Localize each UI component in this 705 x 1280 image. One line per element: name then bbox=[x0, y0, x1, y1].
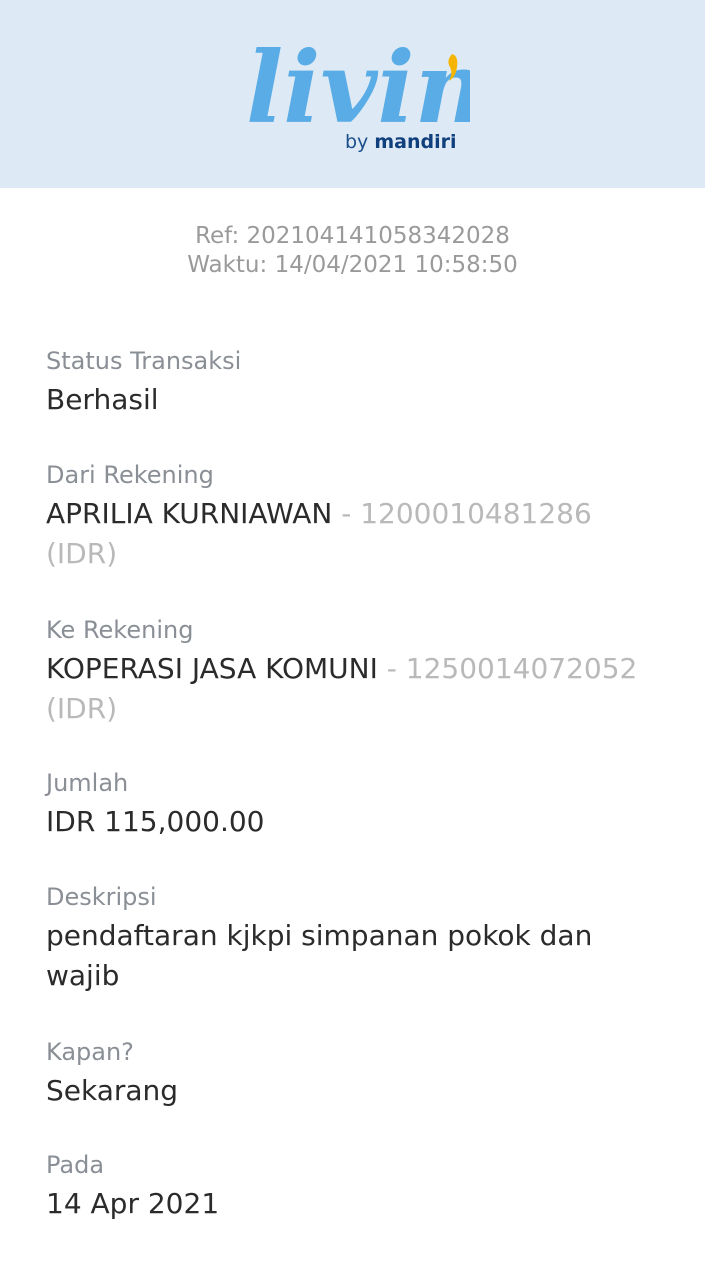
description-label: Deskripsi bbox=[46, 883, 157, 911]
transaction-meta: Ref: 202104141058342028 Waktu: 14/04/202… bbox=[0, 222, 705, 280]
when-value: Sekarang bbox=[46, 1074, 179, 1107]
description-value: pendaftaran kjkpi simpanan pokok dan waj… bbox=[46, 919, 593, 992]
when-field: Kapan? Sekarang bbox=[46, 1037, 666, 1111]
from-account-name: APRILIA KURNIAWAN bbox=[46, 497, 333, 530]
to-account-label: Ke Rekening bbox=[46, 616, 194, 644]
logo-brand-text: mandiri bbox=[374, 131, 457, 153]
status-field: Status Transaksi Berhasil bbox=[46, 346, 666, 420]
from-account-field: Dari Rekening APRILIA KURNIAWAN - 120001… bbox=[46, 460, 666, 574]
when-label: Kapan? bbox=[46, 1038, 134, 1066]
logo-subtitle: by mandiri bbox=[345, 131, 457, 153]
date-field: Pada 14 Apr 2021 bbox=[46, 1150, 666, 1224]
logo-wordmark: livin' bbox=[246, 31, 470, 146]
to-account-field: Ke Rekening KOPERASI JASA KOMUNI - 12500… bbox=[46, 615, 666, 729]
transaction-time: Waktu: 14/04/2021 10:58:50 bbox=[187, 252, 518, 278]
reference-number: Ref: 202104141058342028 bbox=[195, 223, 510, 249]
status-label: Status Transaksi bbox=[46, 347, 242, 375]
amount-field: Jumlah IDR 115,000.00 bbox=[46, 768, 666, 842]
logo-by-text: by bbox=[345, 131, 369, 153]
date-label: Pada bbox=[46, 1151, 105, 1179]
to-account-name: KOPERASI JASA KOMUNI bbox=[46, 652, 378, 685]
from-account-value: APRILIA KURNIAWAN - 1200010481286 (IDR) bbox=[46, 494, 666, 574]
status-value: Berhasil bbox=[46, 383, 159, 416]
amount-label: Jumlah bbox=[46, 769, 129, 797]
date-value: 14 Apr 2021 bbox=[46, 1187, 220, 1220]
amount-value: IDR 115,000.00 bbox=[46, 805, 265, 838]
app-header: livin' by mandiri bbox=[0, 0, 705, 188]
description-field: Deskripsi pendaftaran kjkpi simpanan pok… bbox=[46, 882, 666, 996]
from-account-label: Dari Rekening bbox=[46, 461, 214, 489]
to-account-value: KOPERASI JASA KOMUNI - 1250014072052 (ID… bbox=[46, 649, 666, 729]
